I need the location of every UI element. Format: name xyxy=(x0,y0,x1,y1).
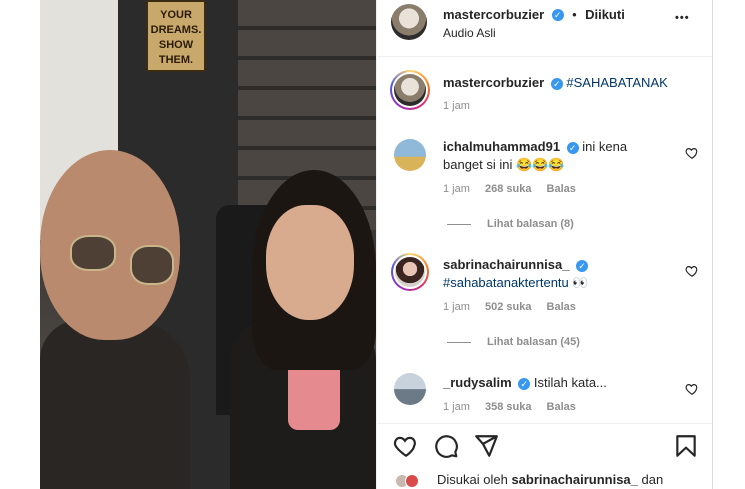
comment-text: Istilah kata... xyxy=(533,375,607,390)
commenter-avatar[interactable] xyxy=(394,139,426,171)
heart-icon[interactable] xyxy=(393,433,419,459)
separator: • xyxy=(572,7,577,22)
liked-by-suffix: dan xyxy=(641,472,664,487)
sunglasses-lens xyxy=(130,245,174,285)
view-replies-button[interactable]: Lihat balasan (8) xyxy=(447,218,574,230)
comment-username[interactable]: sabrinachairunnisa_ xyxy=(443,257,569,272)
view-replies-label: Lihat balasan (8) xyxy=(487,218,574,230)
avatar-image xyxy=(394,74,426,106)
comment-meta: 1 jam 502 suka Balas xyxy=(443,301,576,313)
comment-like-heart-icon[interactable] xyxy=(685,264,699,278)
reply-button[interactable]: Balas xyxy=(547,401,576,413)
comment-body: _rudysalim ✓ Istilah kata... xyxy=(443,374,683,392)
bookmark-icon[interactable] xyxy=(673,433,699,459)
verified-badge-icon: ✓ xyxy=(576,259,589,272)
comment-time: 1 jam xyxy=(443,301,470,313)
reel-video[interactable]: YOUR DREAMS. SHOW THEM. xyxy=(40,0,376,489)
comment-likes[interactable]: 268 suka xyxy=(485,183,531,195)
more-options-icon[interactable]: ••• xyxy=(675,12,690,24)
comment-username[interactable]: _rudysalim xyxy=(443,375,512,390)
liked-by-prefix: Disukai oleh xyxy=(437,472,508,487)
avatar-ring-inner xyxy=(393,255,427,289)
verified-badge-icon: ✓ xyxy=(551,8,564,21)
header-title-row: mastercorbuzier ✓ • Diikuti xyxy=(443,6,625,24)
comment-text: banget si ini 😂😂😂 xyxy=(443,157,565,172)
comment-body: ichalmuhammad91 ✓ ini kena banget si ini… xyxy=(443,138,683,174)
avatar-ring-inner xyxy=(392,72,428,108)
liked-by-row: Disukai oleh sabrinachairunnisa_ dan xyxy=(437,472,663,487)
avatar-image xyxy=(395,257,425,287)
sign-line: THEM. xyxy=(158,54,194,66)
sign-line: YOUR xyxy=(160,9,192,21)
comment-icon[interactable] xyxy=(433,433,459,459)
comment-meta: 1 jam 358 suka Balas xyxy=(443,401,576,413)
verified-badge-icon: ✓ xyxy=(518,377,531,390)
reply-button[interactable]: Balas xyxy=(547,301,576,313)
comment-like-heart-icon[interactable] xyxy=(685,146,699,160)
send-icon[interactable] xyxy=(473,433,499,459)
audio-link[interactable]: Audio Asli xyxy=(443,26,496,40)
comment-hashtag[interactable]: #sahabatanaktertentu 👀 xyxy=(443,275,589,290)
caption-row: mastercorbuzier ✓ #SAHABATANAK xyxy=(443,74,668,92)
view-replies-button[interactable]: Lihat balasan (45) xyxy=(447,336,580,348)
liker-avatar xyxy=(405,474,419,488)
liked-by-user[interactable]: sabrinachairunnisa_ xyxy=(511,472,637,487)
author-avatar[interactable] xyxy=(391,4,427,40)
comment-meta: 1 jam 268 suka Balas xyxy=(443,183,576,195)
verified-badge-icon: ✓ xyxy=(566,141,579,154)
view-replies-label: Lihat balasan (45) xyxy=(487,336,580,348)
reply-button[interactable]: Balas xyxy=(547,183,576,195)
commenter-avatar[interactable] xyxy=(391,253,429,291)
comment-time: 1 jam xyxy=(443,183,470,195)
man-body xyxy=(40,320,190,489)
wall-sign: YOUR DREAMS. SHOW THEM. xyxy=(146,0,206,72)
replies-divider xyxy=(447,341,471,343)
comment-text: ini kena xyxy=(582,139,628,154)
right-gutter xyxy=(712,0,745,489)
commenter-avatar[interactable] xyxy=(394,373,426,405)
action-bar xyxy=(377,423,713,467)
post-header: mastercorbuzier ✓ • Diikuti Audio Asli •… xyxy=(377,0,713,57)
caption-hashtag[interactable]: #SAHABATANAK xyxy=(566,75,667,90)
comment-username[interactable]: ichalmuhammad91 xyxy=(443,139,560,154)
comment-time: 1 jam xyxy=(443,401,470,413)
sign-line: SHOW xyxy=(158,39,194,51)
comment-body: sabrinachairunnisa_ ✓ #sahabatanakterten… xyxy=(443,256,683,292)
sunglasses-lens xyxy=(70,235,116,271)
post-side-panel: mastercorbuzier ✓ • Diikuti Audio Asli •… xyxy=(376,0,713,489)
author-username[interactable]: mastercorbuzier xyxy=(443,7,544,22)
caption-time: 1 jam xyxy=(443,100,470,112)
comment-like-heart-icon[interactable] xyxy=(685,382,699,396)
left-gutter xyxy=(0,0,40,489)
sign-line: DREAMS. xyxy=(150,24,202,36)
verified-badge-icon: ✓ xyxy=(550,77,563,90)
girl-face xyxy=(266,205,354,320)
caption-avatar[interactable] xyxy=(390,70,430,110)
comment-likes[interactable]: 358 suka xyxy=(485,401,531,413)
caption-username[interactable]: mastercorbuzier xyxy=(443,75,544,90)
follow-status-button[interactable]: Diikuti xyxy=(585,7,625,22)
replies-divider xyxy=(447,223,471,225)
comment-likes[interactable]: 502 suka xyxy=(485,301,531,313)
